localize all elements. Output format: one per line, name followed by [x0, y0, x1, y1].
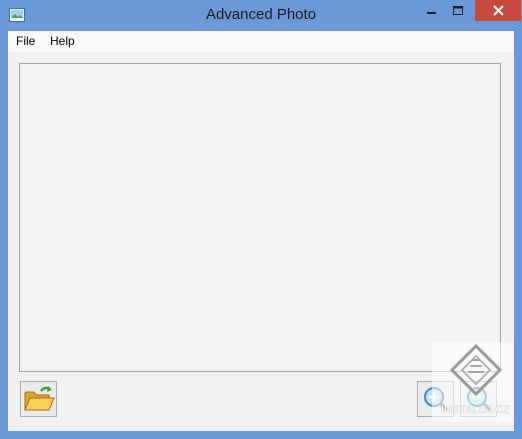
image-display-area[interactable]	[19, 63, 501, 372]
menu-help[interactable]: Help	[50, 34, 75, 48]
close-icon	[492, 5, 504, 16]
title-bar[interactable]: Advanced Photo	[0, 0, 522, 31]
minimize-icon	[426, 11, 436, 14]
maximize-button[interactable]	[445, 0, 471, 21]
maximize-icon	[452, 5, 463, 15]
minimize-button[interactable]	[418, 0, 445, 21]
open-button[interactable]	[20, 381, 57, 417]
watermark-text: INSTALUJ.CZ	[441, 404, 510, 416]
open-folder-icon	[23, 386, 55, 411]
menu-bar: File Help	[8, 31, 514, 52]
menu-file[interactable]: File	[16, 34, 35, 48]
close-button[interactable]	[475, 0, 521, 21]
